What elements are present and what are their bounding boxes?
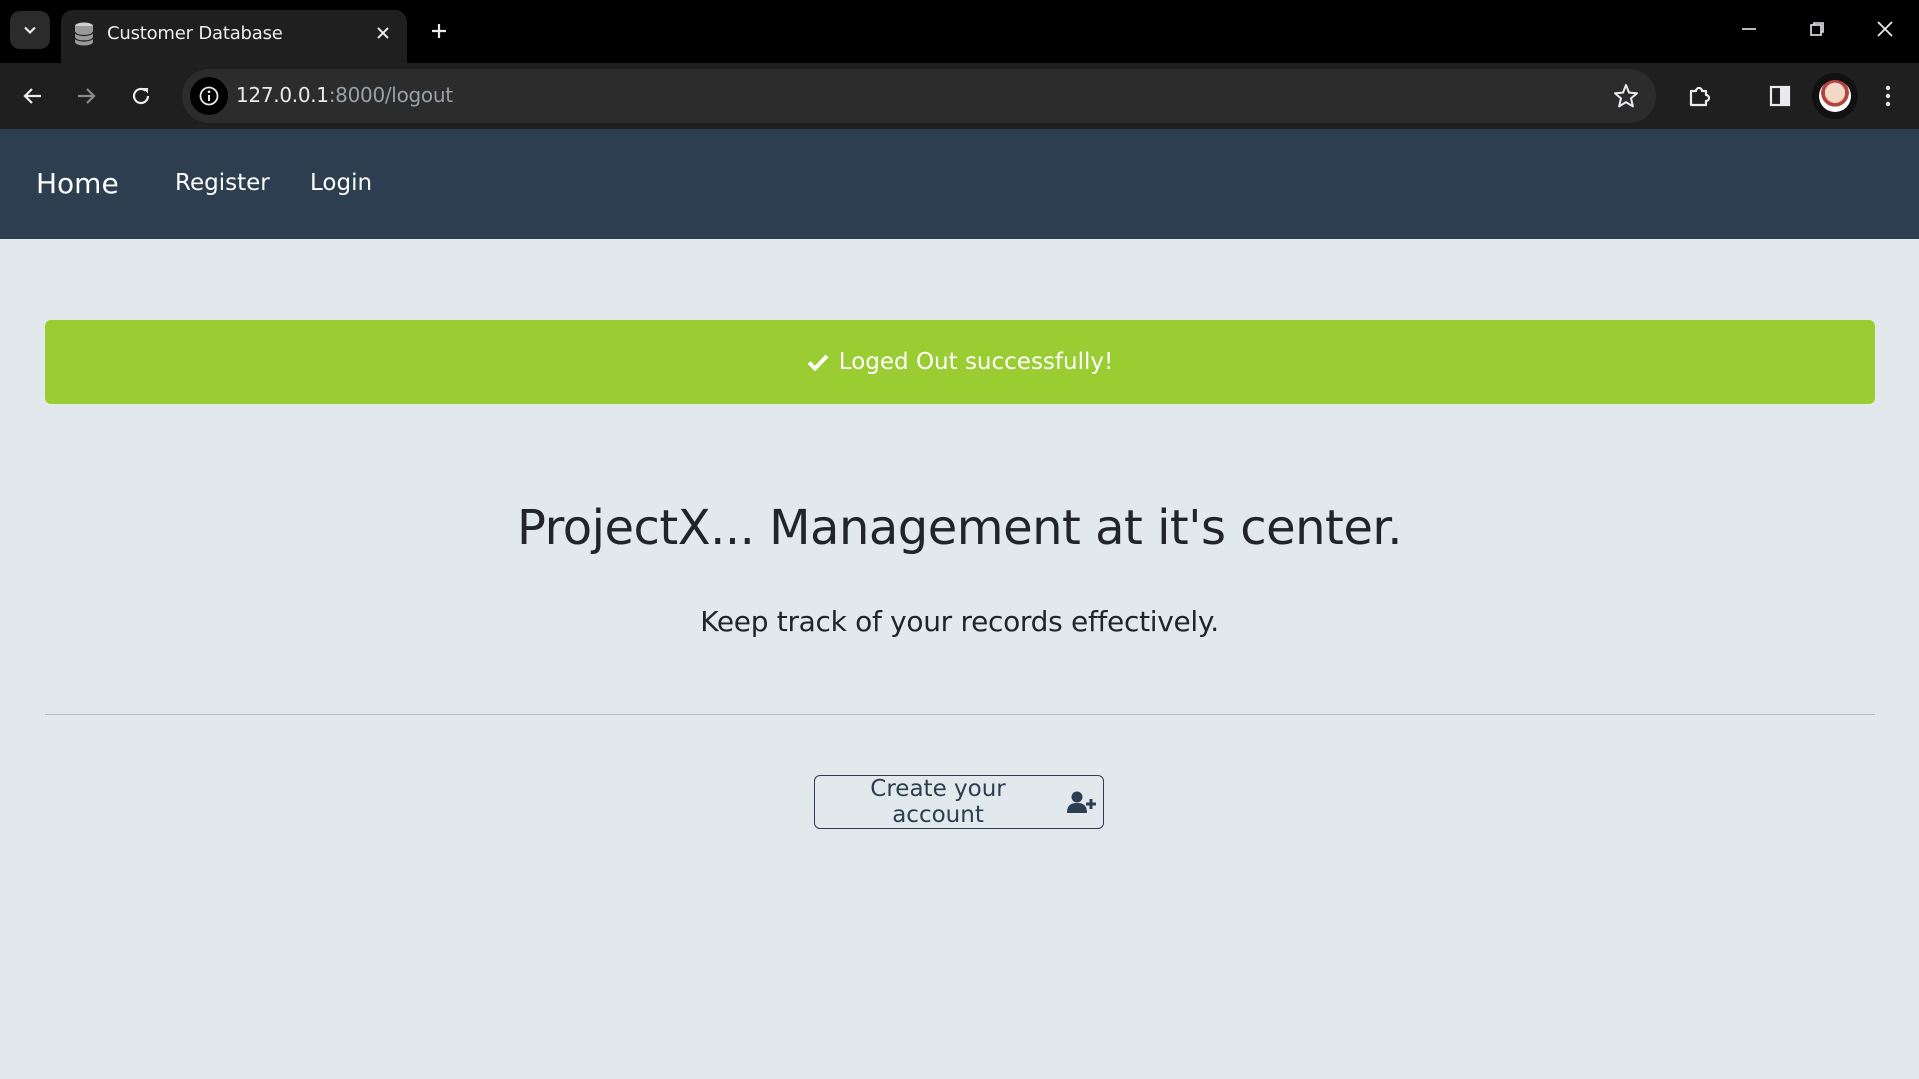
site-info-button[interactable] xyxy=(190,77,228,115)
info-icon xyxy=(199,86,219,106)
tab-title: Customer Database xyxy=(107,23,283,44)
side-panel-icon xyxy=(1769,85,1791,107)
address-bar[interactable]: 127.0.0.1:8000/logout xyxy=(182,69,1656,123)
back-button[interactable] xyxy=(13,76,53,116)
reload-icon xyxy=(132,87,150,105)
nav-register-link[interactable]: Register xyxy=(175,170,270,196)
chevron-down-icon xyxy=(24,26,36,35)
url-path: :8000/logout xyxy=(328,83,453,107)
profile-avatar[interactable] xyxy=(1812,73,1858,119)
bookmark-star-icon[interactable] xyxy=(1612,82,1640,110)
plus-icon xyxy=(432,24,446,38)
new-tab-button[interactable] xyxy=(420,12,458,50)
close-icon xyxy=(1877,21,1893,37)
nav-login-link[interactable]: Login xyxy=(310,170,372,196)
minimize-icon xyxy=(1742,28,1756,30)
close-window-button[interactable] xyxy=(1851,0,1919,58)
check-icon xyxy=(807,354,829,371)
forward-button[interactable] xyxy=(66,76,106,116)
restore-button[interactable] xyxy=(1783,0,1851,58)
restore-icon xyxy=(1810,22,1824,36)
browser-tab-bar: Customer Database xyxy=(0,0,1919,63)
user-plus-icon xyxy=(1067,791,1097,813)
arrow-right-icon xyxy=(78,88,96,104)
hero-title: ProjectX... Management at it's center. xyxy=(517,500,1402,556)
site-navbar: Home Register Login xyxy=(0,129,1919,239)
create-account-button[interactable]: Create your account xyxy=(814,775,1104,829)
reload-button[interactable] xyxy=(121,76,161,116)
browser-toolbar: 127.0.0.1:8000/logout xyxy=(0,63,1919,129)
minimize-button[interactable] xyxy=(1715,0,1783,58)
more-vert-icon xyxy=(1885,85,1891,107)
database-icon xyxy=(74,22,94,46)
tab-search-button[interactable] xyxy=(10,11,50,49)
extensions-button[interactable] xyxy=(1680,76,1720,116)
puzzle-icon xyxy=(1689,86,1711,107)
create-account-label: Create your account xyxy=(870,776,1006,828)
alert-message: Loged Out successfully! xyxy=(838,349,1114,375)
side-panel-button[interactable] xyxy=(1760,76,1800,116)
profile-picture xyxy=(1819,80,1851,112)
divider xyxy=(45,714,1875,715)
browser-menu-button[interactable] xyxy=(1868,76,1908,116)
arrow-left-icon xyxy=(23,88,41,104)
success-alert: Loged Out successfully! xyxy=(45,320,1875,404)
url-host: 127.0.0.1 xyxy=(236,83,329,107)
hero-subtitle: Keep track of your records effectively. xyxy=(700,605,1219,638)
nav-home-link[interactable]: Home xyxy=(36,167,119,200)
url-text: 127.0.0.1:8000/logout xyxy=(236,83,453,107)
close-tab-icon[interactable] xyxy=(373,23,393,43)
browser-tab[interactable]: Customer Database xyxy=(61,10,407,63)
